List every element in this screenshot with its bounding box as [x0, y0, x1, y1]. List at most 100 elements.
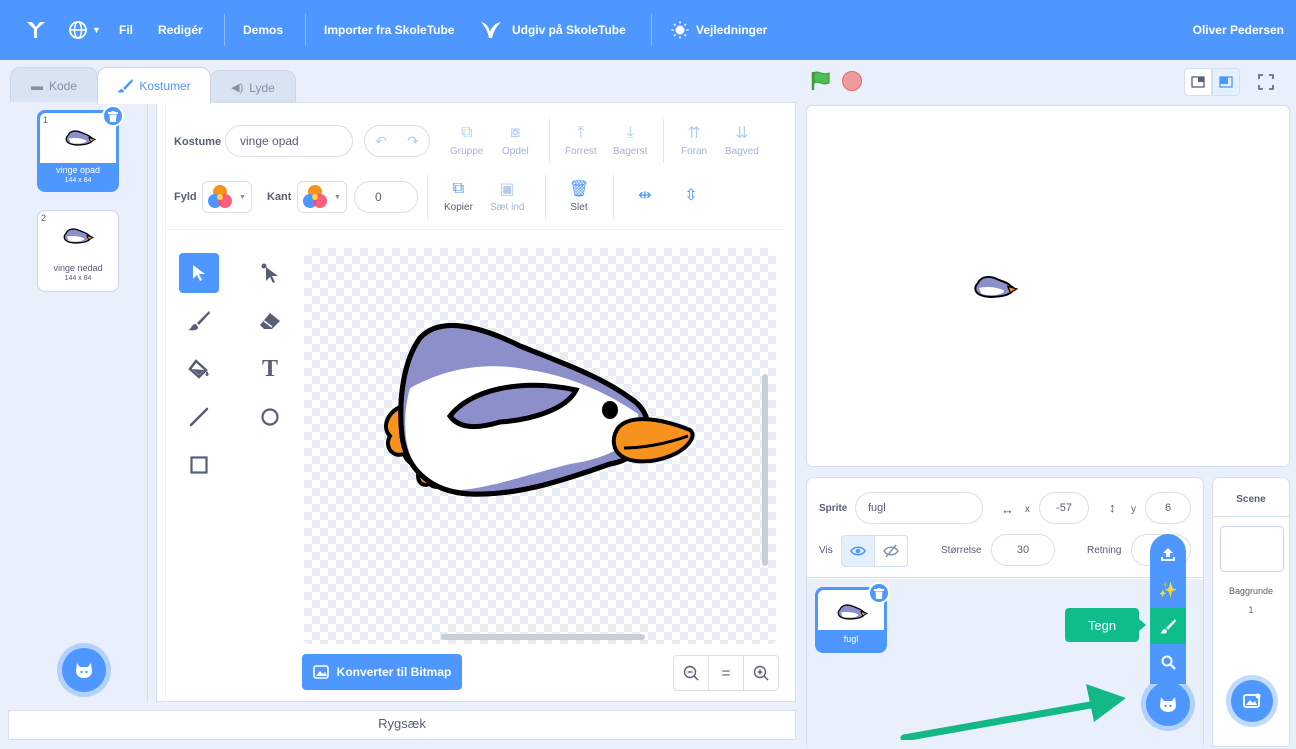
menu-publish[interactable]: Udgiv på SkoleTube — [480, 0, 626, 60]
search-sprite-button[interactable] — [1150, 644, 1186, 680]
y-input[interactable]: 6 — [1145, 492, 1191, 524]
vertical-scrollbar[interactable] — [762, 374, 768, 566]
x-input[interactable]: -57 — [1039, 492, 1089, 524]
menu-edit[interactable]: Redigér — [158, 0, 203, 60]
flip-vertical-button[interactable]: ⇳ — [681, 185, 701, 205]
delete-sprite-button[interactable] — [868, 582, 890, 604]
stage-header — [804, 60, 1296, 104]
fullscreen-button[interactable] — [1252, 68, 1280, 96]
tab-sounds-label: Lyde — [249, 80, 275, 95]
outline-width-input[interactable]: 0 — [354, 181, 418, 213]
backdrop-thumbnail[interactable] — [1220, 526, 1284, 572]
flip-horizontal-button[interactable]: ⇹ — [635, 185, 655, 205]
speaker-icon: ◀) — [231, 82, 244, 94]
zoom-in-icon — [753, 665, 769, 681]
small-stage-button[interactable] — [1184, 68, 1212, 96]
copy-button[interactable]: ⧉ Kopier — [444, 179, 473, 213]
back-icon: ⇊ — [735, 125, 749, 142]
group-button[interactable]: ⧉ Gruppe — [450, 123, 483, 157]
convert-to-bitmap-button[interactable]: Konverter til Bitmap — [302, 654, 462, 690]
tab-sounds[interactable]: ◀) Lyde — [210, 70, 296, 104]
add-sprite-menu: ✨ — [1150, 534, 1186, 684]
rectangle-tool[interactable] — [179, 445, 219, 485]
zoom-in-button[interactable] — [743, 655, 779, 691]
eraser-tool[interactable] — [250, 301, 290, 341]
redo-icon[interactable]: ↷ — [407, 133, 419, 150]
forward-button[interactable]: ⤒ Forrest — [565, 123, 597, 157]
back-button[interactable]: ⇊ Bagved — [725, 123, 759, 157]
menu-demos[interactable]: Demos — [243, 0, 283, 60]
zoom-out-button[interactable] — [673, 655, 709, 691]
sprite-name-input[interactable]: fugl — [855, 492, 983, 524]
paste-icon: ▣ — [499, 181, 515, 198]
large-stage-button[interactable] — [1212, 68, 1240, 96]
menu-import[interactable]: Importer fra SkoleTube — [324, 0, 454, 60]
costume-item-1[interactable]: 1 vinge opad 144 x 84 — [37, 105, 124, 192]
costume-label: Kostume — [174, 136, 222, 148]
green-flag-button[interactable] — [810, 70, 832, 97]
brush-tool[interactable] — [179, 301, 219, 341]
delete-button[interactable]: 🗑 Slet — [569, 179, 589, 213]
circle-tool[interactable] — [250, 397, 290, 437]
undo-redo-group: ↶ ↷ — [364, 125, 430, 157]
guides-label: Vejledninger — [696, 23, 768, 37]
costume-item-2[interactable]: 2 vinge nedad 144 x 84 — [37, 210, 119, 292]
circle-icon — [261, 408, 279, 426]
backpack[interactable]: Rygsæk — [8, 710, 796, 740]
outline-label: Kant — [267, 191, 292, 203]
cat-icon — [76, 663, 92, 678]
reshape-tool[interactable] — [250, 253, 290, 293]
sprite-item-fugl[interactable]: fugl — [815, 582, 890, 653]
size-input[interactable]: 30 — [991, 534, 1055, 566]
menu-guides[interactable]: Vejledninger — [671, 0, 767, 60]
ungroup-button[interactable]: ⧇ Opdel — [502, 123, 529, 157]
fill-color-swatch-icon — [208, 185, 232, 208]
delete-costume-button[interactable] — [102, 105, 124, 127]
line-icon — [189, 407, 209, 427]
large-stage-icon — [1219, 76, 1233, 88]
zoom-reset-button[interactable]: = — [708, 655, 744, 691]
horizontal-scrollbar[interactable] — [441, 634, 645, 640]
hide-sprite-button[interactable] — [874, 535, 908, 567]
fill-tool[interactable] — [179, 349, 219, 389]
undo-icon[interactable]: ↶ — [375, 133, 387, 150]
reshape-icon — [261, 263, 278, 283]
paste-button[interactable]: ▣ Sæt ind — [490, 179, 524, 213]
paint-sprite-button[interactable] — [1150, 608, 1186, 644]
annotation-arrow — [900, 684, 1126, 740]
select-tool[interactable] — [179, 253, 219, 293]
chevron-down-icon: ▼ — [92, 25, 101, 35]
x-arrows-icon: ↔ — [1001, 502, 1014, 517]
costume-name-input[interactable]: vinge opad — [225, 125, 353, 157]
fill-color-picker[interactable]: ▼ — [202, 181, 252, 213]
penguin-sprite[interactable] — [972, 273, 1018, 301]
tab-costumes-label: Kostumer — [139, 79, 191, 93]
show-sprite-button[interactable] — [841, 535, 875, 567]
bird-icon — [481, 22, 501, 38]
choose-costume-button[interactable] — [62, 648, 106, 692]
text-icon: T — [261, 355, 278, 382]
stop-button[interactable] — [842, 71, 862, 91]
code-icon: ▬ — [30, 78, 43, 93]
backward-button[interactable]: ⤓ Bagerst — [613, 123, 647, 157]
tab-code[interactable]: ▬ Kode — [10, 67, 98, 103]
penguin-drawing — [384, 323, 695, 497]
language-menu[interactable]: ▼ — [68, 0, 101, 60]
penguin-thumbnail-icon — [63, 228, 94, 244]
choose-sprite-button[interactable] — [1146, 682, 1190, 726]
stage[interactable] — [806, 105, 1290, 467]
outline-color-picker[interactable]: ▼ — [297, 181, 347, 213]
front-button[interactable]: ⇈ Foran — [681, 123, 707, 157]
user-menu[interactable]: Oliver Pedersen — [1193, 0, 1284, 60]
upload-sprite-button[interactable] — [1150, 536, 1186, 572]
menu-file[interactable]: Fil — [119, 0, 133, 60]
brush-icon — [1160, 618, 1176, 634]
logo-icon[interactable] — [26, 0, 46, 60]
drawing-canvas[interactable] — [304, 248, 776, 644]
text-tool[interactable]: T — [250, 349, 290, 389]
choose-backdrop-button[interactable] — [1231, 680, 1273, 722]
surprise-sprite-button[interactable]: ✨ — [1150, 572, 1186, 608]
line-tool[interactable] — [179, 397, 219, 437]
tab-costumes[interactable]: Kostumer — [97, 67, 211, 104]
eye-slash-icon — [883, 544, 899, 558]
